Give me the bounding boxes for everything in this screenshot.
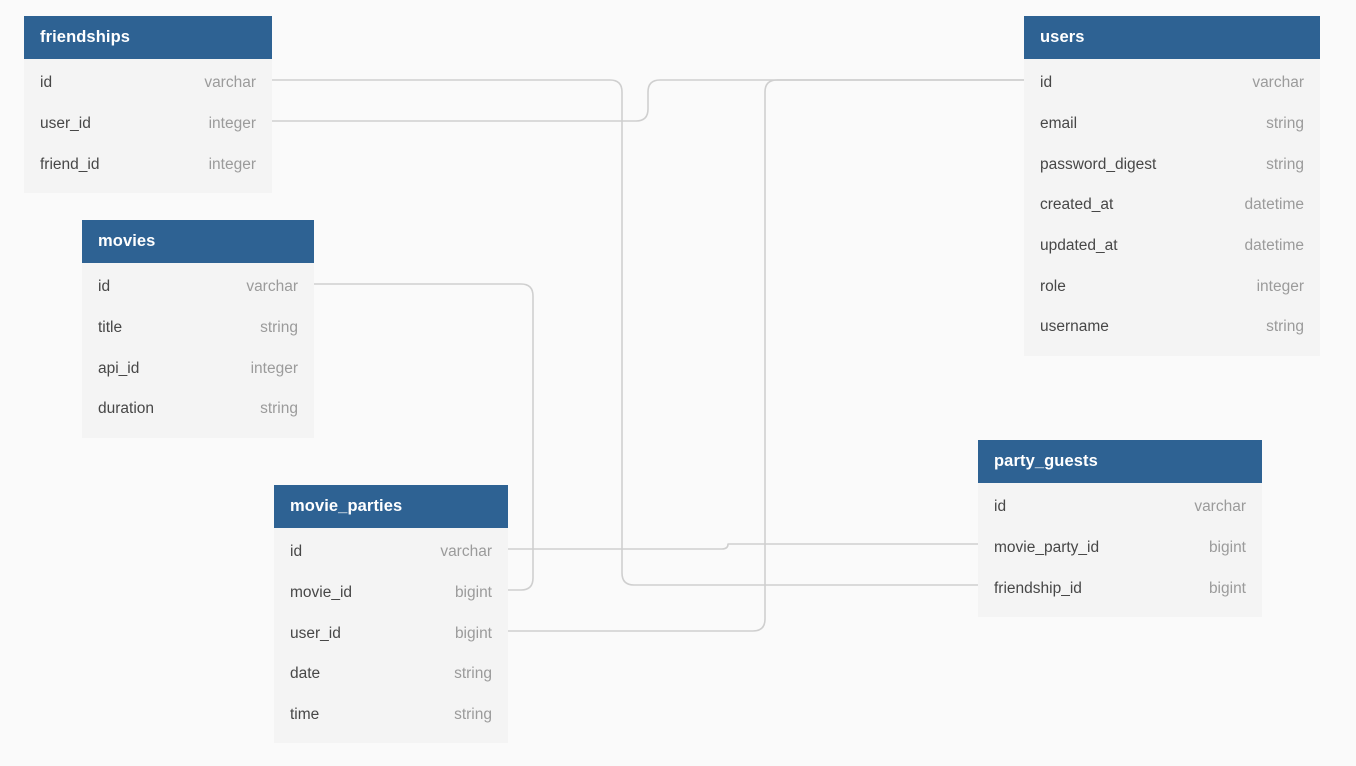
field-row[interactable]: id varchar xyxy=(1024,63,1320,104)
field-row[interactable]: movie_party_id bigint xyxy=(978,528,1262,569)
field-row[interactable]: password_digest string xyxy=(1024,144,1320,185)
field-type: integer xyxy=(208,155,256,173)
field-name: id xyxy=(40,74,53,92)
field-name: friendship_id xyxy=(994,579,1082,597)
field-row[interactable]: id varchar xyxy=(82,267,314,308)
field-type: varchar xyxy=(1252,74,1304,92)
field-type: varchar xyxy=(204,74,256,92)
table-header[interactable]: movie_parties xyxy=(274,485,508,528)
field-type: integer xyxy=(208,115,256,133)
field-row[interactable]: id varchar xyxy=(274,532,508,573)
field-type: string xyxy=(260,400,298,418)
table-field-list: id varchar movie_party_id bigint friendship_… xyxy=(978,483,1262,617)
field-name: title xyxy=(98,319,123,337)
field-name: api_id xyxy=(98,359,140,377)
field-name: date xyxy=(290,665,321,683)
field-row[interactable]: user_id bigint xyxy=(274,613,508,654)
field-type: bigint xyxy=(454,624,492,642)
field-row[interactable]: email string xyxy=(1024,104,1320,145)
table-title: movies xyxy=(98,232,156,250)
table-card-movie-parties[interactable]: movie_parties id varchar movie_id bigint user… xyxy=(274,485,508,744)
relationship-edge xyxy=(508,543,978,550)
table-header[interactable]: friendships xyxy=(24,16,272,59)
field-row[interactable]: title string xyxy=(82,308,314,349)
field-type: string xyxy=(1266,155,1304,173)
field-row[interactable]: duration string xyxy=(82,389,314,430)
field-type: varchar xyxy=(440,543,492,561)
field-row[interactable]: id varchar xyxy=(24,63,272,104)
table-card-friendships[interactable]: friendships id varchar user_id integer friend… xyxy=(24,16,272,194)
field-name: duration xyxy=(98,400,155,418)
erd-canvas: friendships id varchar user_id integer friend… xyxy=(0,0,1356,766)
table-field-list: id varchar user_id integer friend_id integer xyxy=(24,59,272,193)
field-row[interactable]: friendship_id bigint xyxy=(978,568,1262,609)
table-card-movies[interactable]: movies id varchar title string api_id integer d… xyxy=(82,220,314,438)
table-field-list: id varchar title string api_id integer duratio… xyxy=(82,263,314,438)
field-row[interactable]: id varchar xyxy=(978,487,1262,528)
field-row[interactable]: date string xyxy=(274,654,508,695)
field-name: id xyxy=(290,543,303,561)
field-name: id xyxy=(98,278,111,296)
table-field-list: id varchar email string password_digest strin… xyxy=(1024,59,1320,356)
table-field-list: id varchar movie_id bigint user_id bigint date… xyxy=(274,528,508,743)
field-row[interactable]: movie_id bigint xyxy=(274,573,508,614)
field-row[interactable]: created_at datetime xyxy=(1024,185,1320,226)
field-name: time xyxy=(290,706,320,724)
table-card-party-guests[interactable]: party_guests id varchar movie_party_id bigin… xyxy=(978,440,1262,618)
field-type: datetime xyxy=(1244,196,1304,214)
field-name: movie_party_id xyxy=(994,539,1100,557)
table-header[interactable]: party_guests xyxy=(978,440,1262,483)
field-type: varchar xyxy=(246,278,298,296)
field-row[interactable]: time string xyxy=(274,695,508,736)
field-name: id xyxy=(994,498,1007,516)
field-name: updated_at xyxy=(1040,237,1118,255)
field-type: bigint xyxy=(454,584,492,602)
field-name: user_id xyxy=(40,115,91,133)
field-type: string xyxy=(454,706,492,724)
relationship-edge xyxy=(272,79,1024,122)
table-title: party_guests xyxy=(994,452,1098,470)
field-name: id xyxy=(1040,74,1053,92)
field-name: password_digest xyxy=(1040,155,1157,173)
field-name: user_id xyxy=(290,624,341,642)
field-type: varchar xyxy=(1194,498,1246,516)
field-name: created_at xyxy=(1040,196,1114,214)
field-name: email xyxy=(1040,115,1078,133)
field-type: string xyxy=(1266,318,1304,336)
field-type: integer xyxy=(1256,277,1304,295)
field-row[interactable]: role integer xyxy=(1024,266,1320,307)
field-type: bigint xyxy=(1208,539,1246,557)
table-title: movie_parties xyxy=(290,497,403,515)
relationship-edge xyxy=(508,79,1024,632)
field-type: integer xyxy=(250,359,298,377)
field-type: string xyxy=(1266,115,1304,133)
field-row[interactable]: friend_id integer xyxy=(24,144,272,185)
field-row[interactable]: username string xyxy=(1024,307,1320,348)
field-type: string xyxy=(260,319,298,337)
table-title: friendships xyxy=(40,28,131,46)
table-header[interactable]: movies xyxy=(82,220,314,263)
field-row[interactable]: user_id integer xyxy=(24,104,272,145)
table-card-users[interactable]: users id varchar email string password_digest… xyxy=(1024,16,1320,356)
field-name: role xyxy=(1040,277,1066,295)
field-type: datetime xyxy=(1244,237,1304,255)
table-header[interactable]: users xyxy=(1024,16,1320,59)
field-type: bigint xyxy=(1208,579,1246,597)
field-name: username xyxy=(1040,318,1109,336)
field-name: movie_id xyxy=(290,584,353,602)
field-row[interactable]: api_id integer xyxy=(82,348,314,389)
field-type: string xyxy=(454,665,492,683)
table-title: users xyxy=(1040,28,1085,46)
field-row[interactable]: updated_at datetime xyxy=(1024,226,1320,267)
field-name: friend_id xyxy=(40,155,100,173)
